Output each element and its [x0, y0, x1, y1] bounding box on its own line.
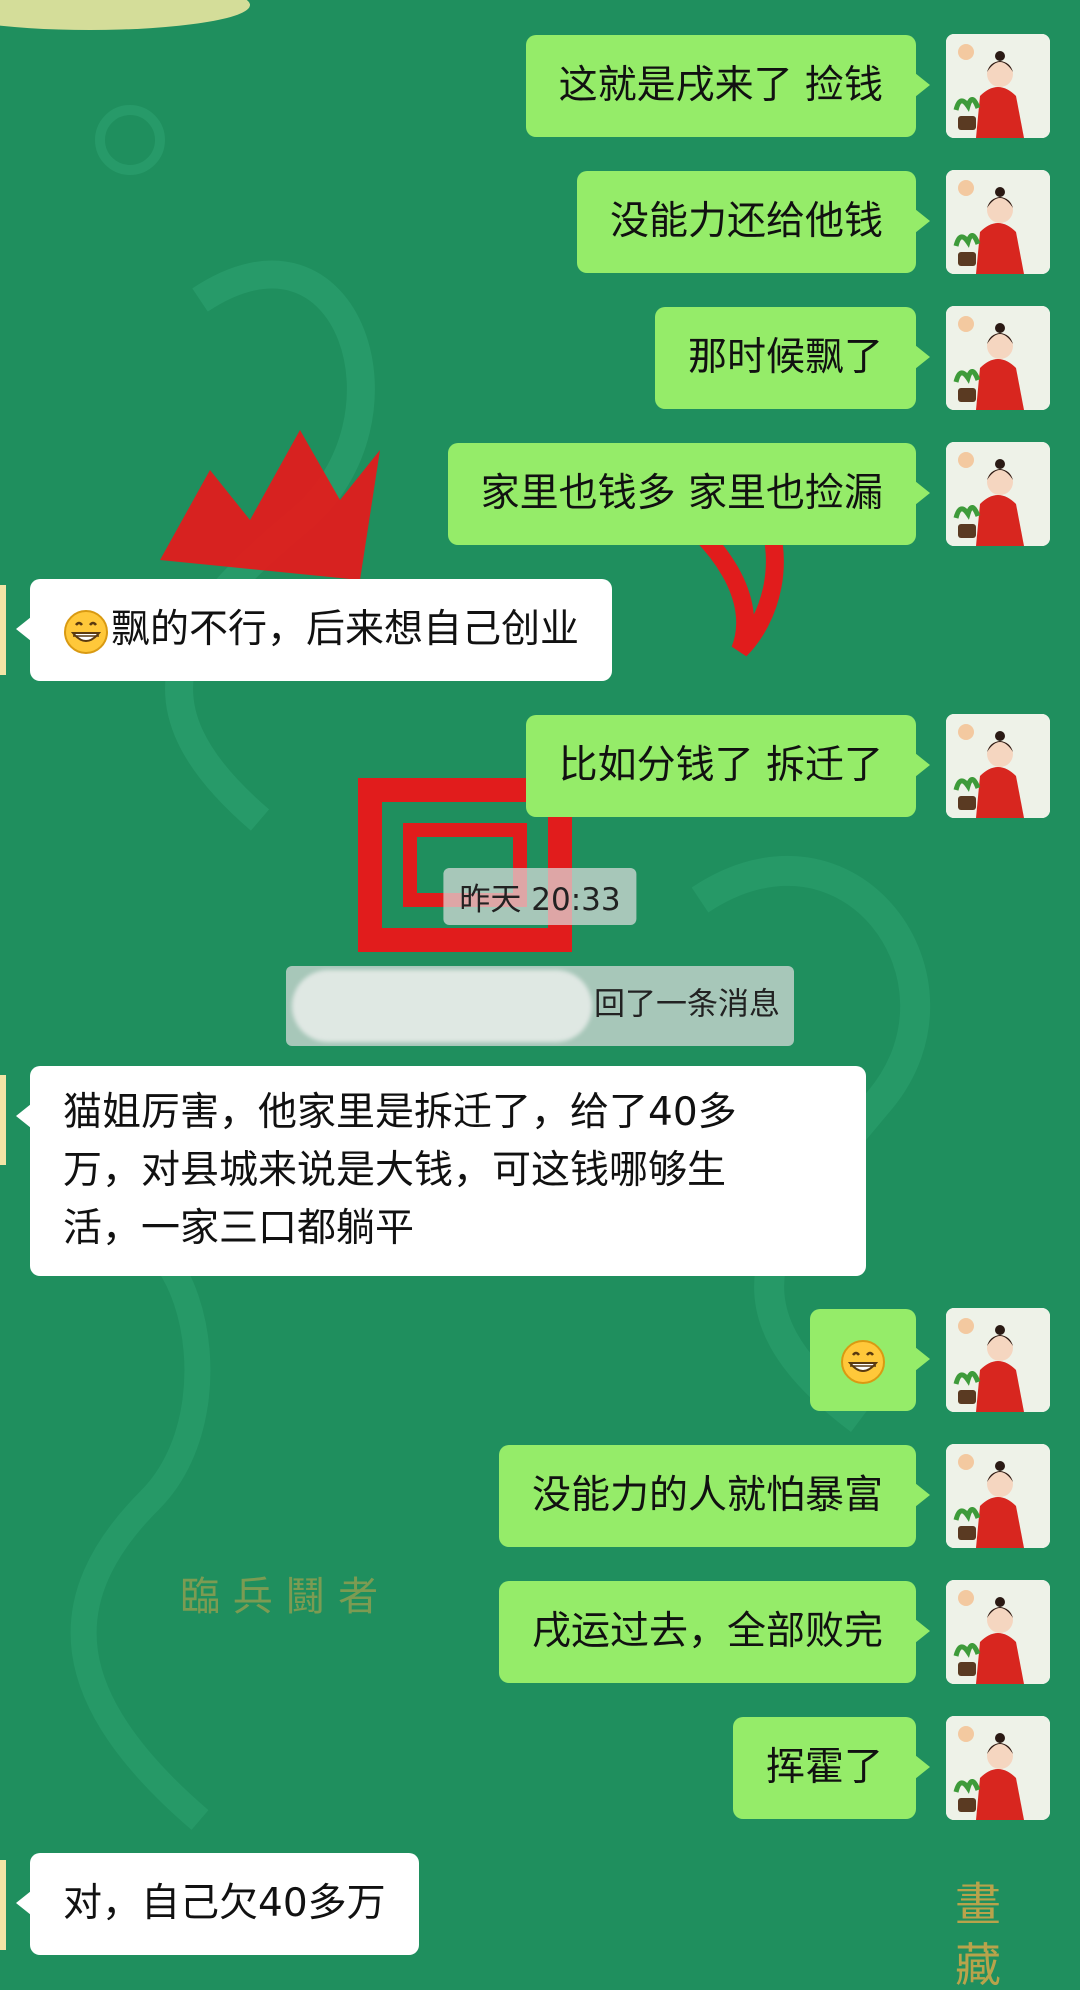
avatar-illustration: [946, 442, 1050, 546]
background-bottom-text: 臨 兵 鬪 者: [180, 1574, 378, 1620]
my-avatar[interactable]: [946, 306, 1050, 410]
avatar-illustration: [946, 34, 1050, 138]
message-text-line: 万，对县城来说是大钱，可这钱哪够生: [63, 1148, 727, 1193]
my-avatar[interactable]: [946, 1580, 1050, 1684]
message-text: 比如分钱了 拆迁了: [558, 743, 883, 788]
message-text: 没能力的人就怕暴富: [531, 1473, 883, 1518]
message-bubble-outgoing[interactable]: [810, 1309, 930, 1411]
message-text-line: 活，一家三口都躺平: [63, 1206, 415, 1251]
my-avatar[interactable]: [946, 714, 1050, 818]
message-bubble-outgoing[interactable]: 没能力的人就怕暴富: [498, 1445, 931, 1547]
redacted-name: [292, 970, 592, 1042]
avatar-illustration: [946, 1308, 1050, 1412]
background-right-text: 畫 藏: [948, 1880, 1002, 1987]
avatar-illustration: [946, 1716, 1050, 1820]
avatar-illustration: [946, 714, 1050, 818]
avatar-illustration: [946, 1580, 1050, 1684]
grin-emoji-icon: [64, 609, 108, 654]
my-avatar[interactable]: [946, 1716, 1050, 1820]
message-bubble-outgoing[interactable]: 没能力还给他钱: [576, 171, 931, 273]
recall-notice: 回了一条消息: [286, 966, 794, 1046]
message-text: 那时候飘了: [687, 335, 883, 380]
message-text: 家里也钱多 家里也捡漏: [480, 471, 883, 516]
message-bubble-outgoing[interactable]: 家里也钱多 家里也捡漏: [447, 443, 931, 545]
message-text: 这就是戌来了 捡钱: [558, 63, 883, 108]
incoming-avatar-edge: [0, 585, 6, 675]
message-text: 没能力还给他钱: [609, 199, 883, 244]
message-bubble-outgoing[interactable]: 这就是戌来了 捡钱: [525, 35, 931, 137]
my-avatar[interactable]: [946, 1444, 1050, 1548]
timestamp-label: 昨天 20:33: [443, 868, 637, 925]
message-text-line: 猫姐厉害，他家里是拆迁了，给了40多: [63, 1090, 737, 1135]
my-avatar[interactable]: [946, 34, 1050, 138]
message-bubble-outgoing[interactable]: 戌运过去，全部败完: [498, 1581, 931, 1683]
message-text: 对，自己欠40多万: [63, 1881, 386, 1926]
message-bubble-outgoing[interactable]: 比如分钱了 拆迁了: [525, 715, 931, 817]
avatar-illustration: [946, 306, 1050, 410]
recall-notice-text: 回了一条消息: [594, 986, 780, 1023]
incoming-avatar-edge: [0, 1860, 6, 1950]
grin-emoji-icon: [841, 1339, 885, 1384]
message-text: 飘的不行，后来想自己创业: [111, 607, 580, 652]
message-bubble-outgoing[interactable]: 那时候飘了: [654, 307, 931, 409]
message-bubble-incoming[interactable]: 飘的不行，后来想自己创业: [15, 579, 613, 681]
avatar-illustration: [946, 170, 1050, 274]
message-bubble-outgoing[interactable]: 挥霍了: [732, 1717, 931, 1819]
incoming-avatar-edge: [0, 1075, 6, 1165]
my-avatar[interactable]: [946, 442, 1050, 546]
message-text: 戌运过去，全部败完: [531, 1609, 883, 1654]
my-avatar[interactable]: [946, 170, 1050, 274]
avatar-illustration: [946, 1444, 1050, 1548]
message-bubble-incoming[interactable]: 对，自己欠40多万: [16, 1853, 419, 1955]
message-text: 挥霍了: [765, 1745, 883, 1790]
message-bubble-incoming[interactable]: 猫姐厉害，他家里是拆迁了，给了40多 万，对县城来说是大钱，可这钱哪够生 活，一…: [16, 1066, 866, 1276]
my-avatar[interactable]: [946, 1308, 1050, 1412]
